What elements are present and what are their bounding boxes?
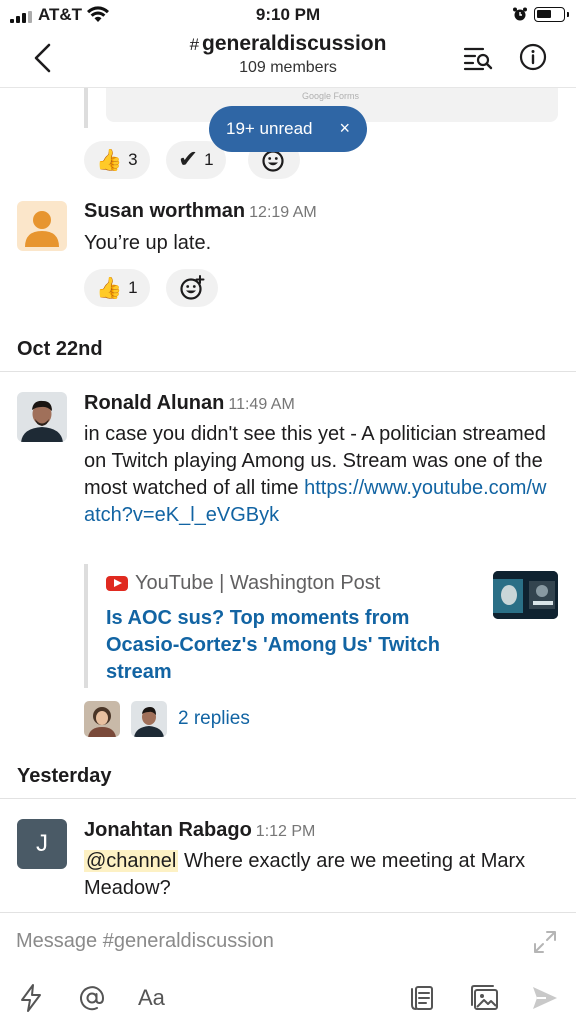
battery-icon	[534, 7, 569, 22]
user-photo	[84, 701, 120, 737]
message-author[interactable]: Susan worthman 12:19 AM	[84, 200, 317, 223]
status-bar: AT&T 9:10 PM	[0, 0, 576, 30]
reaction-count: 1	[204, 150, 214, 169]
message-input[interactable]	[16, 925, 516, 957]
reply-avatar[interactable]	[131, 701, 167, 737]
video-thumbnail[interactable]	[493, 571, 558, 619]
info-icon[interactable]	[518, 42, 548, 72]
user-photo	[131, 701, 167, 737]
reaction-count: 3	[128, 150, 138, 169]
message-body: @channel Where exactly are we meeting at…	[84, 850, 526, 899]
message-timestamp: 1:12 PM	[255, 823, 316, 840]
photo-icon[interactable]	[470, 983, 500, 1013]
unfurl-source: YouTube | Washington Post	[106, 572, 380, 595]
close-icon[interactable]: ×	[339, 118, 350, 139]
message-author[interactable]: Jonahtan Rabago 1:12 PM	[84, 819, 315, 842]
message-body: You’re up late.	[84, 232, 212, 254]
add-reaction-button[interactable]	[166, 269, 218, 307]
avatar[interactable]: J	[17, 819, 67, 869]
message-body: in case you didn't see this yet - A poli…	[84, 423, 547, 526]
channel-header: # generaldiscussion 109 members	[0, 30, 576, 88]
reply-avatar[interactable]	[84, 701, 120, 737]
channel-hash: #	[189, 35, 200, 54]
alarm-icon	[513, 7, 527, 21]
thumbnail-image	[493, 571, 558, 619]
date-divider: Yesterday	[17, 765, 112, 787]
clock: 9:10 PM	[255, 5, 321, 24]
default-user-icon	[25, 211, 59, 247]
avatar[interactable]	[17, 201, 67, 251]
unread-banner[interactable]: 19+ unread ×	[209, 106, 367, 152]
search-channel-icon[interactable]	[462, 44, 494, 72]
format-text-button[interactable]: Aa	[138, 985, 165, 1011]
attachment-icon[interactable]	[408, 983, 436, 1013]
message-list[interactable]: Google Forms 👍 3 ✔ 1 19+ unread × Susan …	[0, 88, 576, 912]
youtube-icon	[106, 576, 128, 591]
send-icon[interactable]	[530, 983, 560, 1013]
divider-line	[0, 371, 576, 372]
attachment-quote-bar	[84, 88, 88, 128]
unread-label: 19+ unread	[226, 119, 313, 138]
avatar[interactable]	[17, 392, 67, 442]
thread-replies-link[interactable]: 2 replies	[178, 708, 250, 730]
channel-mention[interactable]: @channel	[84, 850, 179, 872]
expand-icon[interactable]	[532, 929, 558, 955]
date-divider: Oct 22nd	[17, 338, 103, 360]
checkmark-icon: ✔	[178, 146, 199, 173]
at-icon[interactable]	[78, 983, 106, 1013]
message-timestamp: 11:49 AM	[228, 396, 295, 413]
message-author[interactable]: Ronald Alunan 11:49 AM	[84, 392, 295, 415]
lightning-icon[interactable]	[18, 983, 44, 1013]
message-composer: Aa	[0, 912, 576, 1024]
unfurl-title[interactable]: Is AOC sus? Top moments from Ocasio-Cort…	[106, 605, 476, 686]
add-reaction-icon	[180, 275, 205, 300]
message-timestamp: 12:19 AM	[249, 204, 317, 221]
user-photo	[17, 392, 67, 442]
reaction-thumbsup[interactable]: 👍 1	[84, 269, 150, 307]
thumbs-up-icon: 👍	[96, 276, 123, 300]
reaction-count: 1	[128, 278, 138, 297]
channel-name: generaldiscussion	[202, 32, 387, 55]
unfurl-quote-bar	[84, 564, 88, 688]
google-forms-brand: Google Forms	[302, 91, 360, 101]
thumbs-up-icon: 👍	[96, 148, 123, 172]
reaction-thumbsup[interactable]: 👍 3	[84, 141, 150, 179]
divider-line	[0, 798, 576, 799]
